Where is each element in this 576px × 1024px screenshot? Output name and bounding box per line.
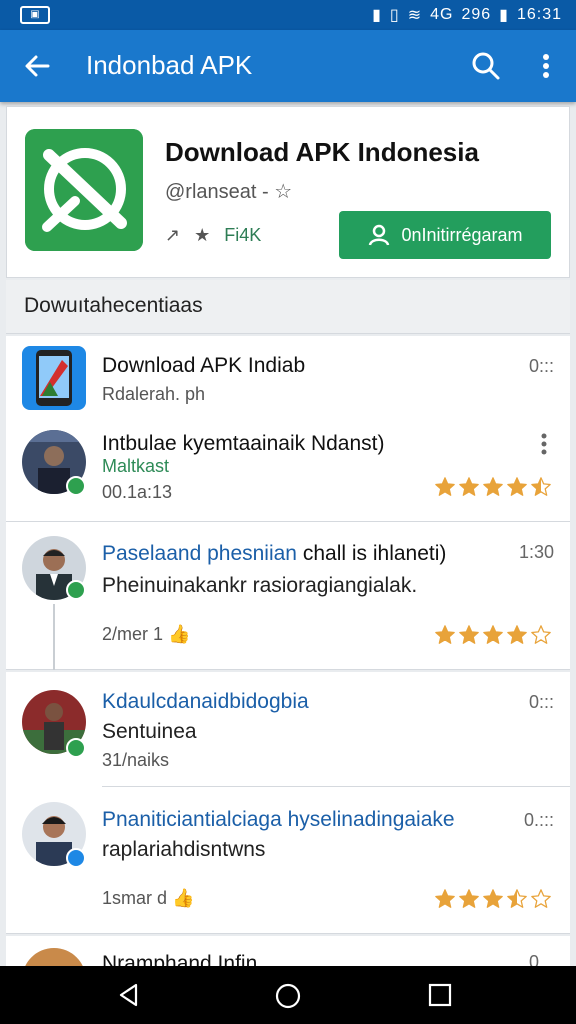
star-icon: [459, 477, 479, 496]
rating-stars: [434, 624, 552, 646]
item-title: Kdaulcdanaidbidogbia: [102, 690, 309, 713]
network-icon: ▯: [389, 7, 400, 24]
app-header-card: Download APK Indonesia @rlansеat - ☆ ↗ ★…: [6, 106, 570, 278]
install-button[interactable]: 0nInitirrégaram: [339, 211, 551, 259]
star-outline-icon: ☆: [274, 181, 293, 203]
app-logo-icon: [25, 129, 143, 251]
sim-icon: ▮: [372, 7, 382, 24]
rating-stars: [434, 888, 552, 910]
app-bar-title: Indonbad APK: [86, 50, 253, 80]
star-icon: [531, 625, 551, 644]
search-icon[interactable]: [466, 46, 506, 86]
item-meta: 2/mer 1 👍: [102, 624, 191, 644]
star-icon: [507, 477, 527, 496]
item-right: 1:30: [518, 542, 554, 562]
item-right: 0:::: [528, 692, 554, 712]
verified-badge-icon: [66, 738, 86, 758]
star-icon: [459, 889, 479, 908]
item-meta: 31/naiks: [102, 750, 170, 770]
app-bar: Indonbad APK: [0, 30, 576, 102]
list-card[interactable]: Nramphand Infin 0...: [6, 936, 570, 966]
battery-icon: ▮: [499, 7, 509, 24]
item-subtitle: Sentuinea: [102, 720, 197, 743]
thumbs-up-icon[interactable]: 👍: [172, 888, 194, 908]
wifi-icon: ≋: [407, 7, 423, 24]
list-card[interactable]: Download APK Indiab Rdalerah. ph 0::: In…: [6, 336, 570, 522]
phone-app-icon: [22, 346, 86, 410]
star-icon: [531, 477, 551, 496]
list-card[interactable]: Kdaulcdanaidbidogbia Sentuinea 31/naiks …: [6, 672, 570, 934]
time: 16:31: [516, 6, 562, 23]
install-label: 0nInitirrégaram: [401, 224, 523, 245]
section-header: Dowuıtahecentiaas: [6, 280, 570, 334]
star-icon: [435, 889, 455, 908]
rating-stars: [434, 476, 552, 498]
app-title: Download APK Indonesia: [165, 137, 479, 167]
app-meta: ↗ ★ Fi4K: [165, 225, 261, 246]
user-icon: [369, 224, 390, 246]
star-icon: [435, 625, 455, 644]
app-subtitle: @rlansеat - ☆: [165, 181, 293, 203]
item-timestamp: 00.1a:13: [102, 482, 173, 502]
back-arrow-icon[interactable]: [18, 46, 58, 86]
verified-badge-icon: [66, 476, 86, 496]
star-icon: [483, 477, 503, 496]
thumbs-up-icon[interactable]: 👍: [168, 624, 190, 644]
item-title: Pnaniticiantialciaga hyselinadingaiake: [102, 808, 455, 831]
item-title: Intbulae kyemtaainaik Ndanst): [102, 432, 385, 455]
star-icon: [483, 625, 503, 644]
status-bar: ▣ ▮ ▯ ≋ 4G 296 ▮ 16:31: [0, 0, 576, 30]
item-right: 0:::: [528, 356, 554, 376]
verified-badge-icon: [66, 580, 86, 600]
item-right: 0...: [528, 952, 554, 966]
item-description: Pheinuinakankr rasioragiangialak.: [102, 574, 418, 597]
verified-badge-icon: [66, 848, 86, 868]
star-icon: [507, 889, 527, 908]
back-icon[interactable]: [116, 982, 142, 1008]
divider: [102, 786, 570, 787]
network-label: 4G: [430, 6, 454, 23]
share-icon: ↗: [165, 225, 181, 245]
item-tag: Maltkast: [102, 456, 170, 476]
item-meta: 1smar d 👍: [102, 888, 195, 908]
item-title: Nramphand Infin: [102, 952, 258, 966]
star-icon: [507, 625, 527, 644]
home-icon[interactable]: [274, 982, 302, 1010]
item-title: Download APK Indiab: [102, 354, 306, 377]
avatar: [22, 948, 86, 966]
star-icon: [483, 889, 503, 908]
star-icon: [435, 477, 455, 496]
more-vert-icon[interactable]: [532, 46, 560, 86]
gallery-icon: ▣: [20, 6, 50, 24]
recents-icon[interactable]: [428, 983, 452, 1007]
battery-level: 296: [461, 6, 492, 23]
item-title: Paselaand phesniian chall is ihlaneti): [102, 542, 447, 565]
item-subtitle: Rdalerah. ph: [102, 384, 206, 404]
star-icon: [531, 889, 551, 908]
navigation-bar: [0, 966, 576, 1024]
item-subtitle: raplariahdisntwns: [102, 838, 266, 861]
list-card[interactable]: Paselaand phesniian chall is ihlaneti) 1…: [6, 522, 570, 670]
section-title: Dowuıtahecentiaas: [24, 294, 203, 317]
status-icons: ▮ ▯ ≋ 4G 296 ▮ 16:31: [372, 5, 562, 25]
more-vert-icon[interactable]: [540, 432, 548, 456]
star-icon: [459, 625, 479, 644]
thread-line: [53, 604, 55, 670]
star-icon: ★: [194, 225, 211, 245]
meta-label: Fi4K: [224, 225, 262, 245]
item-right: 0.:::: [523, 810, 554, 830]
